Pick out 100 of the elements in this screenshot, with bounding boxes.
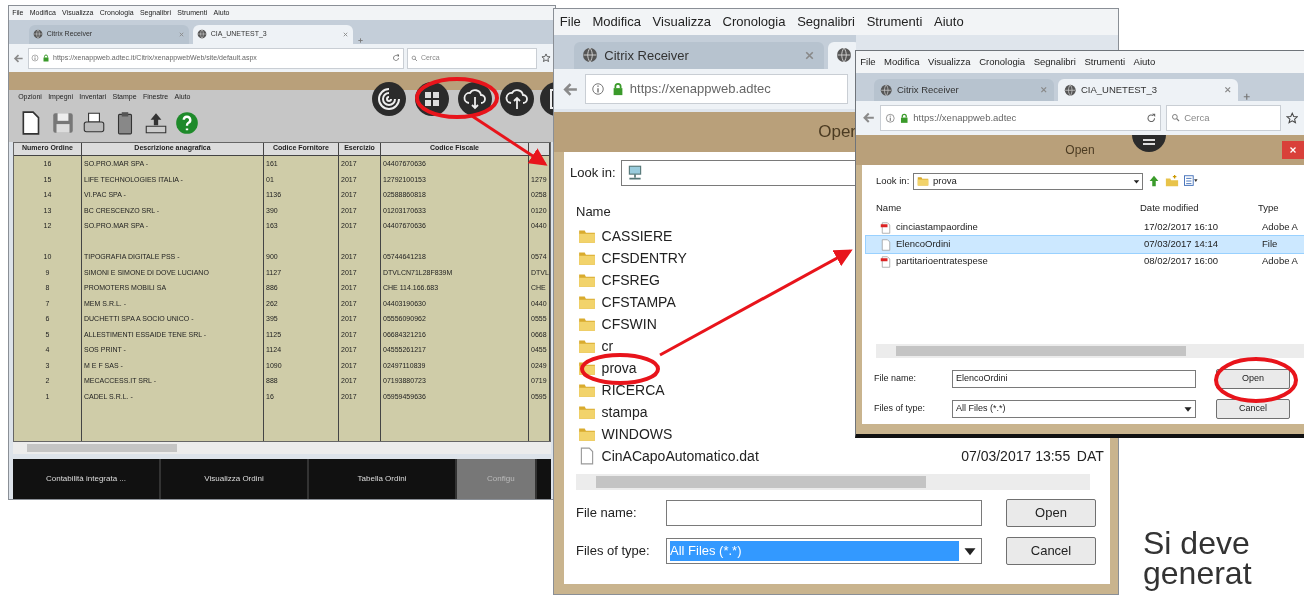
menu-item[interactable]: Aiuto [1129, 54, 1160, 70]
scrollbar[interactable] [576, 474, 1090, 490]
menu-item[interactable]: Modifica [879, 54, 924, 70]
plus-icon[interactable] [357, 37, 364, 44]
menu-tab[interactable]: Contabilità integrata ... [13, 459, 161, 499]
file-name-field[interactable]: ElencoOrdini [952, 370, 1196, 388]
plus-icon[interactable] [1242, 91, 1252, 101]
info-icon [884, 112, 896, 124]
file-name[interactable]: prova [601, 357, 637, 379]
dialog-title: Oper [818, 121, 856, 144]
folder-icon [578, 425, 596, 443]
spiral-icon[interactable] [371, 81, 407, 117]
look-in-select[interactable]: prova [913, 172, 1144, 190]
menu-item[interactable]: Strumenti [860, 12, 929, 32]
file-name[interactable]: CinACapoAutomatico.dat [601, 445, 902, 467]
open-button[interactable]: Open [1216, 369, 1290, 389]
reload-icon[interactable] [392, 54, 400, 62]
browser-tab[interactable]: CIA_UNETEST_3 [1058, 78, 1238, 101]
lock-icon [899, 112, 910, 124]
globe-icon [879, 83, 893, 97]
cloud-download-icon[interactable] [457, 81, 493, 117]
close-icon [1288, 145, 1298, 155]
search-icon [1170, 113, 1181, 123]
close-icon[interactable] [341, 30, 349, 38]
menu-item[interactable]: Cronologia [974, 54, 1030, 70]
file-icon [880, 238, 892, 251]
file-name[interactable]: CFSTAMPA [601, 291, 676, 313]
cloud-upload-icon[interactable] [499, 81, 535, 117]
lock-icon [42, 54, 51, 62]
url-field[interactable]: https://xenappweb.adtec [879, 105, 1162, 131]
look-in-field[interactable] [620, 160, 856, 186]
open-button[interactable]: Open [1006, 499, 1096, 527]
save-icon[interactable] [50, 110, 76, 136]
file-type: DAT [1076, 446, 1104, 466]
pdf-file-icon [880, 255, 892, 268]
back-icon[interactable] [13, 52, 25, 64]
menu-item[interactable]: Segnalibri [1029, 54, 1081, 70]
menu-item[interactable]: Aiuto [928, 12, 970, 32]
column-header[interactable]: Name [876, 200, 1140, 216]
menu-item[interactable]: Strumenti [1080, 54, 1130, 70]
file-name[interactable]: cr [601, 335, 614, 357]
file-name[interactable]: CFSREG [601, 269, 660, 291]
file-row[interactable]: partitarioentratespese 08/02/2017 16:00 Adobe A [866, 253, 1304, 270]
scrollbar[interactable] [13, 442, 551, 454]
grid-icon[interactable] [414, 81, 450, 117]
column-header[interactable]: Type [1258, 200, 1304, 216]
file-name[interactable]: CFSWIN [601, 313, 657, 335]
file-row[interactable]: ElencoOrdini 07/03/2017 14:14 File [866, 236, 1304, 253]
file-name[interactable]: CFSDENTRY [601, 247, 687, 269]
url-field[interactable]: https://xenappweb.adtec [585, 74, 849, 104]
help-icon[interactable] [174, 110, 200, 136]
file-name[interactable]: RICERCA [601, 379, 665, 401]
file-name[interactable]: CASSIERE [601, 225, 673, 247]
folder-icon [578, 403, 596, 421]
reload-icon[interactable] [1146, 112, 1157, 124]
folder-icon [578, 227, 596, 245]
close-icon[interactable] [1222, 85, 1233, 95]
browser-tab[interactable] [828, 41, 856, 69]
browser-tab[interactable]: Citrix Receiver [874, 78, 1054, 101]
close-button[interactable] [1282, 141, 1304, 159]
slide-text: Si deve [1143, 528, 1251, 558]
globe-icon [33, 29, 44, 40]
file-type-select[interactable]: All Files (*.*) [952, 400, 1196, 418]
cancel-button[interactable]: Cancel [1006, 537, 1096, 565]
field-label: Look in: [570, 164, 616, 183]
file-row[interactable]: cinciastampaordine 17/02/2017 16:10 Adobe A [866, 219, 1304, 236]
search-field[interactable]: Cerca [1166, 105, 1282, 131]
menu-item[interactable]: Segnalibri [791, 12, 861, 32]
folder-icon [578, 293, 596, 311]
menu-tab[interactable]: Visualizza Ordini [161, 459, 309, 499]
cancel-button[interactable]: Cancel [1216, 399, 1290, 419]
folder-icon [578, 249, 596, 267]
file-name[interactable]: WINDOWS [601, 423, 673, 445]
file-icon [578, 447, 596, 465]
field-label: File name: [874, 372, 918, 386]
menu-item[interactable]: Modifica [586, 12, 647, 32]
file-name[interactable]: stampa [601, 401, 648, 423]
menu-item[interactable]: File [856, 54, 880, 70]
menu-item[interactable]: Visualizza [923, 54, 975, 70]
column-header[interactable]: Date modified [1140, 200, 1258, 216]
new-folder-icon[interactable] [1164, 174, 1179, 188]
back-icon[interactable] [861, 111, 876, 125]
globe-icon [197, 29, 208, 40]
menu-item[interactable]: File [554, 12, 587, 32]
menu-item[interactable]: Visualizza [646, 12, 717, 32]
folder-icon [917, 175, 930, 187]
folder-icon [578, 337, 596, 355]
menu-item[interactable]: Cronologia [716, 12, 792, 32]
back-icon[interactable] [561, 80, 579, 98]
file-name-field[interactable] [666, 500, 982, 526]
star-icon[interactable] [1285, 111, 1299, 125]
folder-icon [578, 381, 596, 399]
field-label: Look in: [876, 173, 910, 188]
info-icon [591, 82, 606, 96]
field-label: Files of type: [874, 402, 927, 416]
browser-tab[interactable]: Citrix Receiver [574, 41, 824, 69]
scrollbar[interactable] [876, 344, 1304, 358]
menu-icon[interactable] [1132, 135, 1166, 152]
star-icon[interactable] [540, 53, 551, 63]
column-header[interactable]: Name [576, 202, 611, 222]
